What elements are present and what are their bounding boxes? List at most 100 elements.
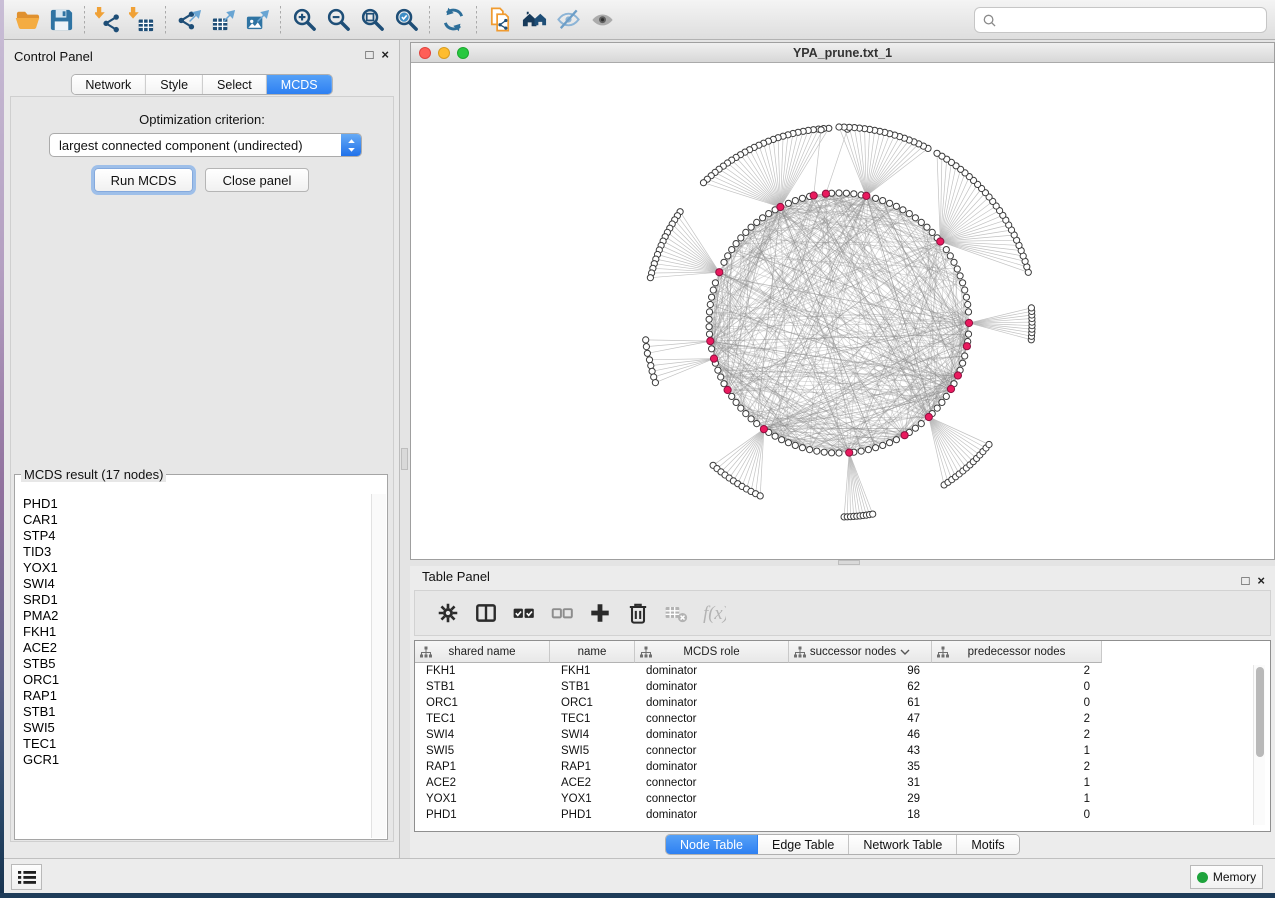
export-network-button[interactable] <box>172 3 206 37</box>
network-window-titlebar[interactable]: YPA_prune.txt_1 <box>411 43 1274 63</box>
mcds-result-item[interactable]: RAP1 <box>23 688 371 704</box>
network-node[interactable] <box>918 421 924 427</box>
network-node[interactable] <box>754 421 760 427</box>
network-node[interactable] <box>792 198 798 204</box>
network-node[interactable] <box>943 393 949 399</box>
network-hub-node[interactable] <box>724 386 731 393</box>
network-hub-node[interactable] <box>901 432 908 439</box>
network-hub-node[interactable] <box>947 385 954 392</box>
table-row[interactable]: TEC1TEC1connector472 <box>415 711 1102 727</box>
network-node[interactable] <box>851 191 857 197</box>
mcds-result-item[interactable]: ORC1 <box>23 672 371 688</box>
mcds-result-item[interactable]: PHD1 <box>23 496 371 512</box>
column-header-predecessor-nodes[interactable]: predecessor nodes <box>932 641 1102 663</box>
panel-menu-button[interactable] <box>11 864 42 890</box>
network-node[interactable] <box>843 190 849 196</box>
memory-button[interactable]: Memory <box>1190 865 1263 889</box>
network-node[interactable] <box>821 449 827 455</box>
mcds-list-scrollbar[interactable] <box>371 494 386 838</box>
network-node[interactable] <box>729 247 735 253</box>
network-node[interactable] <box>880 442 886 448</box>
network-node[interactable] <box>818 127 824 133</box>
zoom-fit-button[interactable] <box>355 3 389 37</box>
network-node[interactable] <box>754 219 760 225</box>
network-node[interactable] <box>887 200 893 206</box>
network-hub-node[interactable] <box>810 192 817 199</box>
network-node[interactable] <box>957 273 963 279</box>
network-node[interactable] <box>836 450 842 456</box>
mcds-result-item[interactable]: TID3 <box>23 544 371 560</box>
mcds-result-list[interactable]: PHD1CAR1STP4TID3YOX1SWI4SRD1PMA2FKH1ACE2… <box>16 494 371 838</box>
network-node[interactable] <box>939 399 945 405</box>
split-panel-button[interactable] <box>467 595 505 631</box>
column-header-shared-name[interactable]: shared name <box>415 641 550 663</box>
horizontal-splitter-handle[interactable] <box>838 560 860 565</box>
network-canvas[interactable] <box>411 63 1274 559</box>
network-hub-node[interactable] <box>863 192 870 199</box>
network-node[interactable] <box>900 207 906 213</box>
apply-layout-button[interactable] <box>436 3 470 37</box>
network-node[interactable] <box>718 374 724 380</box>
network-node[interactable] <box>757 493 763 499</box>
table-row[interactable]: ORC1ORC1dominator610 <box>415 695 1102 711</box>
network-node[interactable] <box>700 180 706 186</box>
network-node[interactable] <box>858 448 864 454</box>
network-node[interactable] <box>799 445 805 451</box>
network-node[interactable] <box>960 360 966 366</box>
network-node[interactable] <box>643 337 649 343</box>
hide-panels-button[interactable] <box>551 3 585 37</box>
network-node[interactable] <box>779 437 785 443</box>
network-node[interactable] <box>912 425 918 431</box>
network-hub-node[interactable] <box>777 203 784 210</box>
network-node[interactable] <box>748 416 754 422</box>
search-field[interactable] <box>974 7 1267 33</box>
mcds-result-item[interactable]: PMA2 <box>23 608 371 624</box>
network-node[interactable] <box>880 198 886 204</box>
zoom-in-button[interactable] <box>287 3 321 37</box>
close-panel-button[interactable]: Close panel <box>205 168 309 192</box>
network-node[interactable] <box>729 393 735 399</box>
network-node[interactable] <box>873 195 879 201</box>
zoom-selected-button[interactable] <box>389 3 423 37</box>
network-node[interactable] <box>799 195 805 201</box>
table-row[interactable]: PHD1PHD1dominator180 <box>415 807 1102 823</box>
network-node[interactable] <box>709 294 715 300</box>
network-node[interactable] <box>766 211 772 217</box>
network-node[interactable] <box>760 215 766 221</box>
add-column-button[interactable] <box>581 595 619 631</box>
network-node[interactable] <box>836 190 842 196</box>
network-node[interactable] <box>647 275 653 281</box>
mcds-result-item[interactable]: STB1 <box>23 704 371 720</box>
network-node[interactable] <box>963 294 969 300</box>
table-row[interactable]: SWI5SWI5connector431 <box>415 743 1102 759</box>
network-node[interactable] <box>707 301 713 307</box>
network-node[interactable] <box>924 224 930 230</box>
network-node[interactable] <box>706 316 712 322</box>
mcds-result-item[interactable]: ACE2 <box>23 640 371 656</box>
network-node[interactable] <box>829 450 835 456</box>
network-node[interactable] <box>706 309 712 315</box>
mcds-result-item[interactable]: FKH1 <box>23 624 371 640</box>
network-node[interactable] <box>738 405 744 411</box>
network-node[interactable] <box>962 353 968 359</box>
column-header-successor-nodes[interactable]: successor nodes <box>789 641 932 663</box>
network-node[interactable] <box>951 259 957 265</box>
network-node[interactable] <box>644 350 650 356</box>
network-node[interactable] <box>785 440 791 446</box>
import-table-button[interactable] <box>125 3 159 37</box>
table-row[interactable]: RAP1RAP1dominator352 <box>415 759 1102 775</box>
new-network-from-selection-button[interactable] <box>483 3 517 37</box>
table-row[interactable]: SWI4SWI4dominator462 <box>415 727 1102 743</box>
select-all-button[interactable] <box>505 595 543 631</box>
network-node[interactable] <box>709 346 715 352</box>
mcds-result-item[interactable]: YOX1 <box>23 560 371 576</box>
network-hub-node[interactable] <box>937 238 944 245</box>
network-node[interactable] <box>712 280 718 286</box>
network-node[interactable] <box>706 324 712 330</box>
delete-column-button[interactable] <box>619 595 657 631</box>
network-hub-node[interactable] <box>716 269 723 276</box>
network-node[interactable] <box>710 287 716 293</box>
import-network-button[interactable] <box>91 3 125 37</box>
table-row[interactable]: ACE2ACE2connector311 <box>415 775 1102 791</box>
network-node[interactable] <box>965 331 971 337</box>
